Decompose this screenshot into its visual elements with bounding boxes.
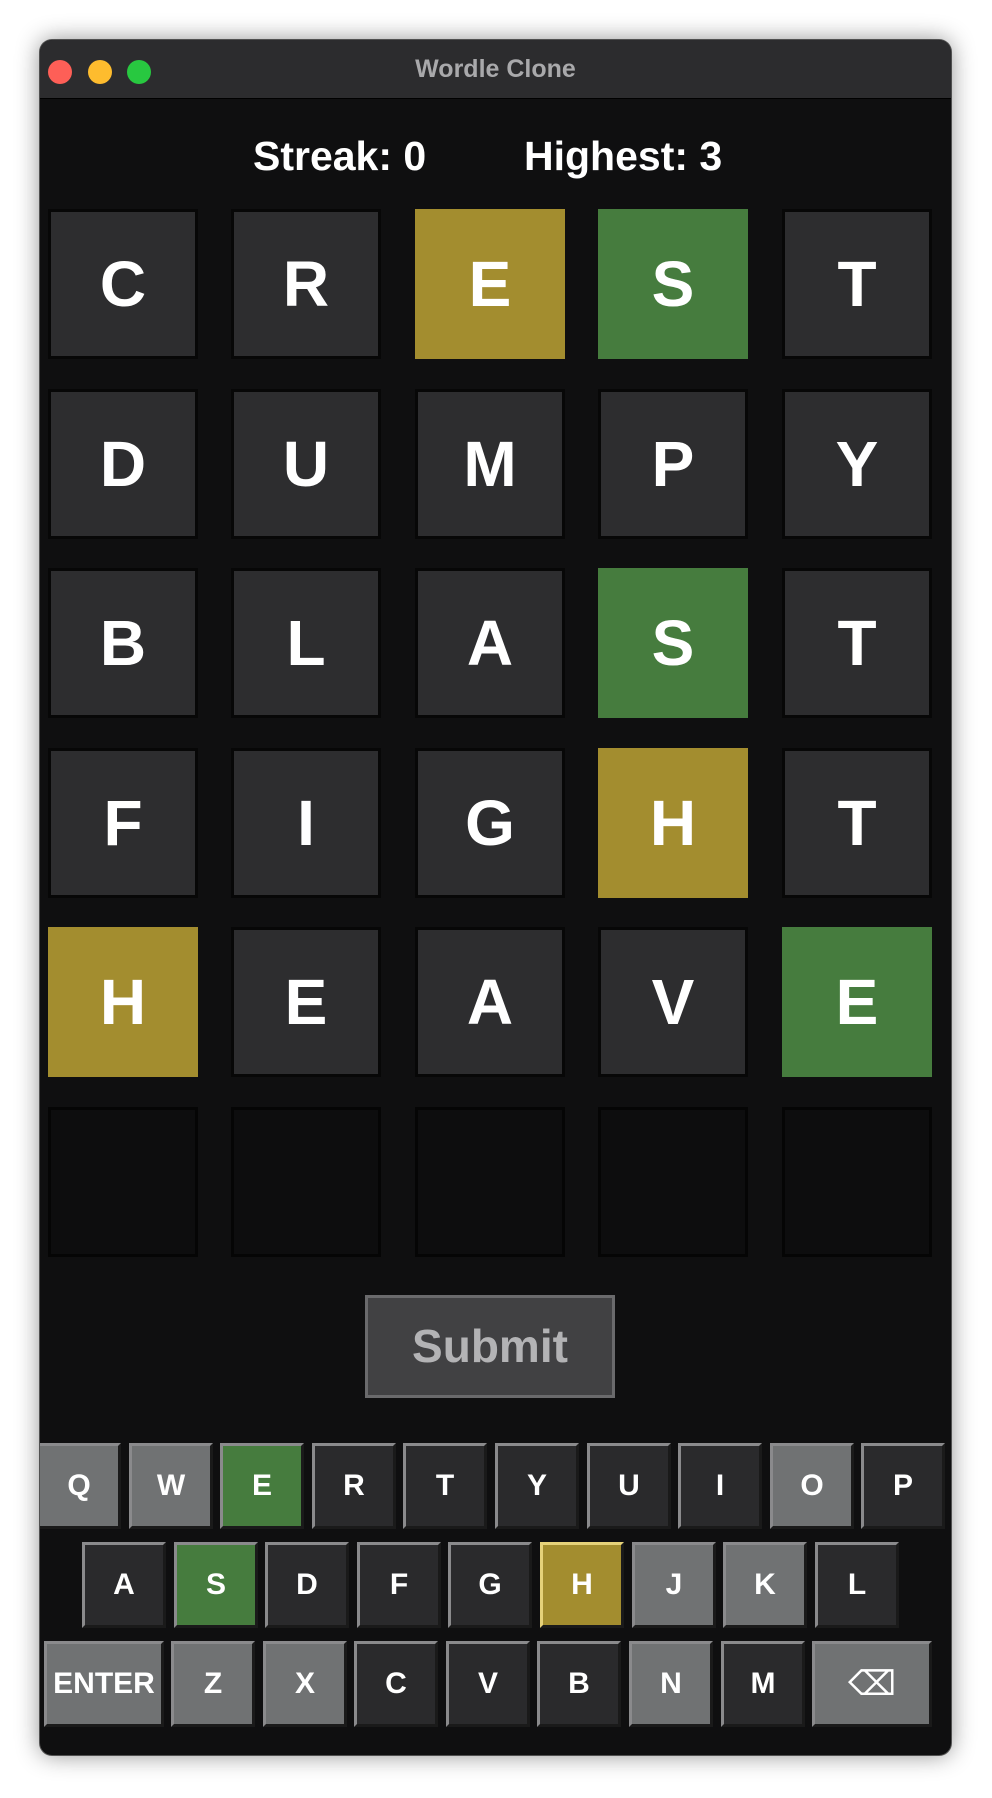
key-f[interactable]: F xyxy=(357,1542,441,1628)
letter-tile: B xyxy=(48,568,198,718)
key-t[interactable]: T xyxy=(403,1443,487,1529)
key-d[interactable]: D xyxy=(265,1542,349,1628)
key-q[interactable]: Q xyxy=(40,1443,121,1529)
letter-tile: U xyxy=(231,389,381,539)
key-w[interactable]: W xyxy=(129,1443,213,1529)
key-l[interactable]: L xyxy=(815,1542,899,1628)
letter-tile xyxy=(48,1107,198,1257)
letter-tile: E xyxy=(782,927,932,1077)
key-g[interactable]: G xyxy=(448,1542,532,1628)
key-z[interactable]: Z xyxy=(171,1641,255,1727)
letter-tile: P xyxy=(598,389,748,539)
key-r[interactable]: R xyxy=(312,1443,396,1529)
key-c[interactable]: C xyxy=(354,1641,438,1727)
title-bar: Wordle Clone xyxy=(40,40,951,99)
letter-tile: S xyxy=(598,568,748,718)
letter-tile: A xyxy=(415,927,565,1077)
key-s[interactable]: S xyxy=(174,1542,258,1628)
letter-tile: S xyxy=(598,209,748,359)
letter-tile xyxy=(415,1107,565,1257)
letter-tile: L xyxy=(231,568,381,718)
key-e[interactable]: E xyxy=(220,1443,304,1529)
letter-tile: E xyxy=(231,927,381,1077)
app-window: Wordle Clone Streak: 0 Highest: 3 CRESTD… xyxy=(40,40,951,1755)
letter-tile: C xyxy=(48,209,198,359)
key-k[interactable]: K xyxy=(723,1542,807,1628)
streak-counter: Streak: 0 xyxy=(253,133,427,179)
letter-tile: D xyxy=(48,389,198,539)
letter-tile: Y xyxy=(782,389,932,539)
letter-tile: A xyxy=(415,568,565,718)
backspace-icon: ⌫ xyxy=(847,1665,897,1703)
letter-tile: F xyxy=(48,748,198,898)
letter-tile: T xyxy=(782,748,932,898)
key-h[interactable]: H xyxy=(540,1542,624,1628)
letter-tile: E xyxy=(415,209,565,359)
letter-tile xyxy=(598,1107,748,1257)
letter-tile: M xyxy=(415,389,565,539)
letter-tile: V xyxy=(598,927,748,1077)
letter-tile xyxy=(231,1107,381,1257)
letter-tile xyxy=(782,1107,932,1257)
key-i[interactable]: I xyxy=(678,1443,762,1529)
letter-tile: G xyxy=(415,748,565,898)
key-v[interactable]: V xyxy=(446,1641,530,1727)
backspace-key[interactable]: ⌫ xyxy=(812,1641,932,1727)
letter-tile: I xyxy=(231,748,381,898)
key-m[interactable]: M xyxy=(721,1641,805,1727)
key-p[interactable]: P xyxy=(861,1443,945,1529)
letter-tile: R xyxy=(231,209,381,359)
letter-tile: H xyxy=(598,748,748,898)
key-b[interactable]: B xyxy=(537,1641,621,1727)
key-u[interactable]: U xyxy=(587,1443,671,1529)
window-title: Wordle Clone xyxy=(415,55,576,83)
key-x[interactable]: X xyxy=(263,1641,347,1727)
letter-tile: H xyxy=(48,927,198,1077)
submit-button[interactable]: Submit xyxy=(365,1295,615,1398)
letter-tile: T xyxy=(782,568,932,718)
stats-bar: Streak: 0 Highest: 3 xyxy=(40,126,951,186)
key-y[interactable]: Y xyxy=(495,1443,579,1529)
key-o[interactable]: O xyxy=(770,1443,854,1529)
key-a[interactable]: A xyxy=(82,1542,166,1628)
key-n[interactable]: N xyxy=(629,1641,713,1727)
highest-streak-counter: Highest: 3 xyxy=(524,133,723,179)
enter-key[interactable]: ENTER xyxy=(44,1641,164,1727)
guess-board: CRESTDUMPYBLASTFIGHTHEAVE xyxy=(48,209,945,1311)
letter-tile: T xyxy=(782,209,932,359)
key-j[interactable]: J xyxy=(632,1542,716,1628)
